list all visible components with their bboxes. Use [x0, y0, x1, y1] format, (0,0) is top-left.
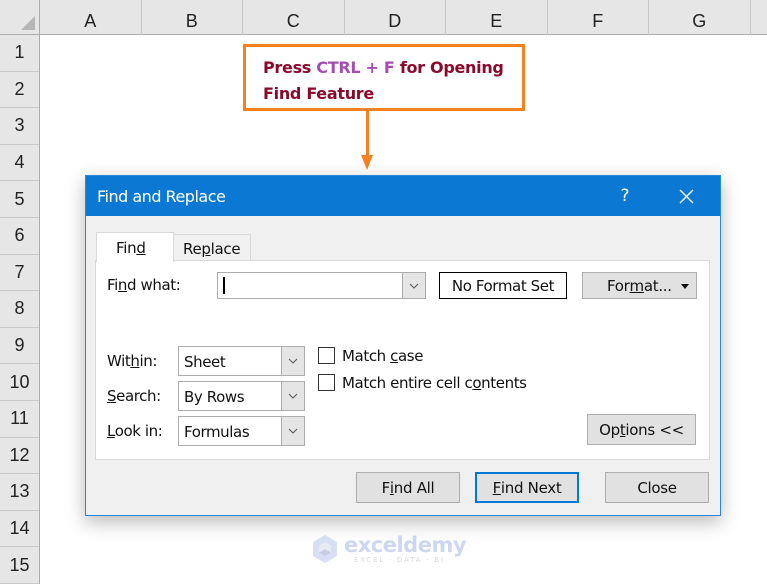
look-in-label: Look in: — [107, 422, 163, 440]
row-header-6[interactable]: 6 — [0, 218, 39, 255]
column-header-f[interactable]: F — [548, 0, 649, 35]
tab-find[interactable]: Find — [96, 232, 174, 262]
format-button[interactable]: For m at... — [582, 272, 697, 299]
row-header-7[interactable]: 7 — [0, 255, 39, 292]
watermark-tagline: EXCEL · DATA · BI — [354, 556, 445, 564]
look-in-value: Formulas — [184, 423, 250, 441]
callout-shortcut: CTRL + F — [316, 58, 395, 77]
search-label: Search: — [107, 387, 161, 405]
row-headers: 1 2 3 4 5 6 7 8 9 10 11 12 13 14 15 — [0, 35, 40, 584]
chevron-down-icon — [288, 428, 298, 434]
callout-text-opening: for Opening — [394, 58, 504, 77]
column-header-c[interactable]: C — [243, 0, 345, 35]
help-icon: ? — [620, 186, 630, 206]
row-header-2[interactable]: 2 — [0, 72, 39, 109]
tab-find-label: Fin — [116, 239, 137, 257]
chevron-down-icon — [409, 283, 419, 289]
search-value: By Rows — [184, 388, 245, 406]
match-entire-cell-label[interactable]: Match entire cell contents — [342, 374, 527, 392]
row-header-15[interactable]: 15 — [0, 547, 39, 584]
find-what-label: Find what: — [107, 276, 181, 294]
row-header-3[interactable]: 3 — [0, 108, 39, 145]
row-header-13[interactable]: 13 — [0, 474, 39, 511]
row-header-8[interactable]: 8 — [0, 291, 39, 328]
row-header-12[interactable]: 12 — [0, 438, 39, 475]
column-header-g[interactable]: G — [649, 0, 751, 35]
tab-find-mnemonic: d — [136, 239, 146, 257]
find-what-dropdown-button[interactable] — [402, 273, 425, 298]
dialog-titlebar[interactable]: Find and Replace ? — [86, 176, 720, 216]
tab-replace-label: Re — [183, 240, 202, 258]
callout-text-feature: Find Feature — [263, 84, 374, 103]
match-case-checkbox[interactable] — [318, 347, 335, 364]
row-header-5[interactable]: 5 — [0, 181, 39, 218]
match-case-label[interactable]: Match case — [342, 347, 423, 365]
options-button[interactable]: Op t ions << — [587, 414, 696, 445]
callout-arrow-head-icon — [361, 155, 373, 170]
row-header-10[interactable]: 10 — [0, 364, 39, 401]
row-header-9[interactable]: 9 — [0, 328, 39, 365]
row-header-11[interactable]: 11 — [0, 401, 39, 438]
row-header-14[interactable]: 14 — [0, 511, 39, 548]
tab-replace[interactable]: Replace — [173, 234, 251, 261]
search-select[interactable]: By Rows — [178, 381, 305, 411]
within-value: Sheet — [184, 353, 226, 371]
tab-replace-label-rest: lace — [210, 240, 241, 258]
callout-arrow-line — [366, 111, 369, 159]
within-label: Within: — [107, 352, 157, 370]
search-dropdown-button[interactable] — [281, 382, 304, 410]
help-button[interactable]: ? — [607, 176, 643, 216]
close-dialog-button[interactable] — [668, 176, 704, 216]
column-header-e[interactable]: E — [446, 0, 548, 35]
format-preview: No Format Set — [439, 272, 567, 299]
select-all-triangle-icon — [21, 16, 35, 30]
select-all-corner[interactable] — [0, 0, 40, 35]
find-what-input[interactable] — [217, 272, 426, 299]
row-header-1[interactable]: 1 — [0, 35, 39, 72]
column-headers: ABCDEFG — [40, 0, 767, 35]
find-replace-dialog: Find and Replace ? Find Replace Find wha… — [85, 175, 721, 516]
look-in-dropdown-button[interactable] — [281, 417, 304, 445]
exceldemy-logo-icon — [313, 535, 337, 563]
tab-replace-mnemonic: p — [201, 240, 211, 258]
match-entire-cell-checkbox[interactable] — [318, 374, 335, 391]
close-icon — [679, 189, 693, 203]
dialog-title: Find and Replace — [97, 187, 226, 206]
find-next-button[interactable]: Find Next — [475, 472, 579, 503]
instruction-callout: Press CTRL + F for Opening Find Feature — [243, 44, 525, 111]
look-in-select[interactable]: Formulas — [178, 416, 305, 446]
text-cursor — [223, 277, 225, 294]
row-header-4[interactable]: 4 — [0, 145, 39, 182]
chevron-down-icon — [288, 358, 298, 364]
column-header-d[interactable]: D — [345, 0, 446, 35]
within-select[interactable]: Sheet — [178, 346, 305, 376]
find-all-button[interactable]: Fi nd All — [356, 472, 460, 503]
close-button[interactable]: Close — [605, 472, 709, 503]
column-header-b[interactable]: B — [142, 0, 243, 35]
within-dropdown-button[interactable] — [281, 347, 304, 375]
column-header-a[interactable]: A — [40, 0, 142, 35]
callout-text-press: Press — [263, 58, 317, 77]
chevron-down-icon — [288, 393, 298, 399]
watermark-brand: exceldemy — [344, 533, 467, 557]
dropdown-arrow-icon — [681, 284, 689, 289]
